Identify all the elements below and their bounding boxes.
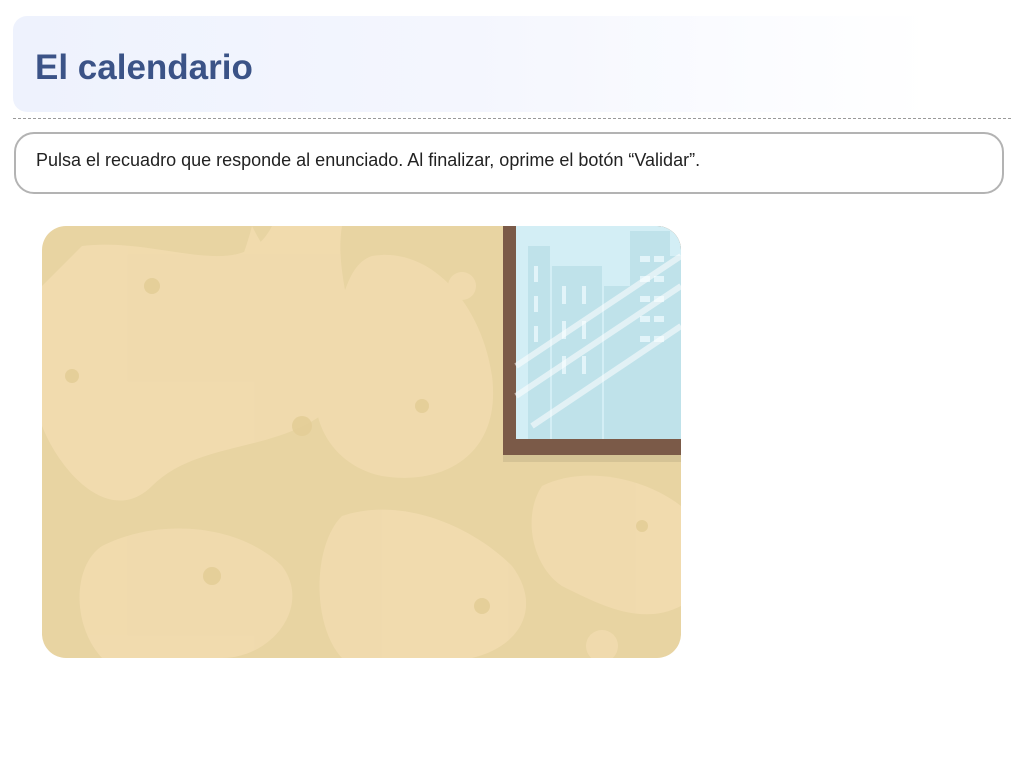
instruction-text: Pulsa el recuadro que responde al enunci… [36, 150, 701, 170]
wall-with-window-icon [42, 226, 681, 658]
activity-page: El calendario Pulsa el recuadro que resp… [0, 0, 1024, 768]
page-title: El calendario [35, 48, 253, 87]
dashed-divider [13, 118, 1011, 119]
header-banner: El calendario [13, 16, 1011, 112]
instruction-box: Pulsa el recuadro que responde al enunci… [14, 132, 1004, 194]
wall-scene-illustration [42, 226, 681, 658]
